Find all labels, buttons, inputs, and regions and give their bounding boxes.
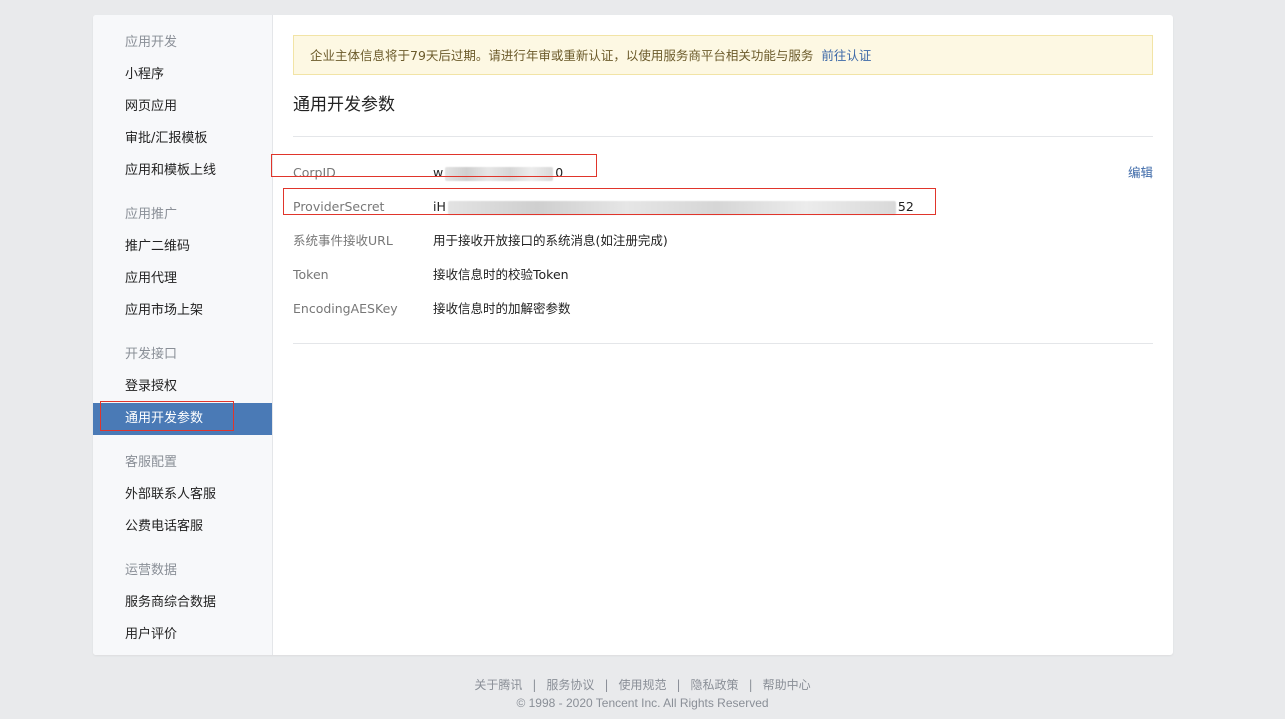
sidebar-group-support: 客服配置 外部联系人客服 公费电话客服 (93, 447, 272, 543)
main-panel: 应用开发 小程序 网页应用 审批/汇报模板 应用和模板上线 应用推广 推广二维码… (93, 15, 1173, 655)
sidebar-group-title: 客服配置 (125, 455, 178, 470)
sidebar-group-title: 应用推广 (125, 207, 178, 222)
param-label: CorpID (293, 165, 336, 180)
sidebar-item-phone-support[interactable]: 公费电话客服 (93, 511, 272, 543)
divider (293, 343, 1153, 344)
page-title: 通用开发参数 (293, 95, 395, 115)
sidebar-item-mini-program[interactable]: 小程序 (93, 59, 272, 91)
sidebar-group-app-promo: 应用推广 推广二维码 应用代理 应用市场上架 (93, 199, 272, 327)
sidebar-item-app-agent[interactable]: 应用代理 (93, 263, 272, 295)
value-suffix: 52 (897, 199, 914, 214)
masked-value (445, 166, 554, 181)
sidebar-item-provider-data[interactable]: 服务商综合数据 (93, 587, 272, 619)
param-row-token: Token 接收信息时的校验Token (293, 258, 1153, 292)
sidebar-item-qr-code[interactable]: 推广二维码 (93, 231, 272, 263)
param-value: 接收信息时的加解密参数 (433, 301, 571, 316)
footer-separator: | (676, 678, 681, 692)
sidebar-item-general-dev-params[interactable]: 通用开发参数 (93, 401, 272, 435)
params-list: CorpID w0 编辑 ProviderSecret iH 52 系统事件接收U… (271, 137, 1153, 343)
param-value-corpid: w0 (433, 156, 563, 190)
sidebar-item-approval-template[interactable]: 审批/汇报模板 (93, 123, 272, 155)
param-label: EncodingAESKey (293, 301, 398, 316)
content-area: 企业主体信息将于79天后过期。请进行年审或重新认证，以使用服务商平台相关功能与服… (271, 35, 1153, 344)
notice-text: 企业主体信息将于79天后过期。请进行年审或重新认证，以使用服务商平台相关功能与服… (310, 48, 814, 63)
param-value: 接收信息时的校验Token (433, 267, 569, 282)
footer-link-usage-rules[interactable]: 使用规范 (618, 678, 666, 692)
footer-separator: | (604, 678, 609, 692)
sidebar-item-external-contact-support[interactable]: 外部联系人客服 (93, 479, 272, 511)
sidebar-group-app-dev: 应用开发 小程序 网页应用 审批/汇报模板 应用和模板上线 (93, 27, 272, 187)
sidebar-group-title: 应用开发 (125, 35, 178, 50)
footer-separator: | (748, 678, 753, 692)
sidebar-item-label: 通用开发参数 (125, 411, 204, 426)
footer-link-privacy[interactable]: 隐私政策 (691, 678, 739, 692)
sidebar-item-login-auth[interactable]: 登录授权 (93, 371, 272, 403)
footer-link-about[interactable]: 关于腾讯 (474, 678, 522, 692)
value-prefix: w (433, 165, 444, 180)
param-row-aes-key: EncodingAESKey 接收信息时的加解密参数 (293, 292, 1153, 326)
sidebar-group-dev-api: 开发接口 登录授权 通用开发参数 (93, 339, 272, 435)
param-row-event-url: 系统事件接收URL 用于接收开放接口的系统消息(如注册完成) (293, 224, 1153, 258)
footer-link-terms[interactable]: 服务协议 (546, 678, 594, 692)
sidebar: 应用开发 小程序 网页应用 审批/汇报模板 应用和模板上线 应用推广 推广二维码… (93, 15, 273, 655)
footer: 关于腾讯 | 服务协议 | 使用规范 | 隐私政策 | 帮助中心 © 1998 - 2020 T… (0, 676, 1285, 710)
sidebar-group-title: 运营数据 (125, 563, 178, 578)
param-label: ProviderSecret (293, 199, 385, 214)
sidebar-item-market-listing[interactable]: 应用市场上架 (93, 295, 272, 327)
edit-link[interactable]: 编辑 (1128, 156, 1153, 190)
copyright: © 1998 - 2020 Tencent Inc. All Rights Re… (516, 696, 769, 710)
sidebar-group-title: 开发接口 (125, 347, 178, 362)
param-value: 用于接收开放接口的系统消息(如注册完成) (433, 233, 668, 248)
value-suffix: 0 (555, 165, 564, 180)
sidebar-item-user-reviews[interactable]: 用户评价 (93, 619, 272, 651)
footer-separator: | (532, 678, 537, 692)
value-prefix: iH (433, 199, 446, 214)
verify-link[interactable]: 前往认证 (821, 48, 871, 63)
param-label: 系统事件接收URL (293, 233, 393, 248)
expiry-notice-banner: 企业主体信息将于79天后过期。请进行年审或重新认证，以使用服务商平台相关功能与服… (293, 35, 1153, 75)
sidebar-item-web-app[interactable]: 网页应用 (93, 91, 272, 123)
sidebar-group-ops-data: 运营数据 服务商综合数据 用户评价 (93, 555, 272, 651)
footer-links: 关于腾讯 | 服务协议 | 使用规范 | 隐私政策 | 帮助中心 (0, 676, 1285, 693)
param-row-corpid: CorpID w0 编辑 (293, 156, 1153, 190)
param-value-provider-secret: iH 52 (433, 190, 914, 224)
sidebar-item-app-launch[interactable]: 应用和模板上线 (93, 155, 272, 187)
masked-value (447, 200, 896, 215)
footer-link-help[interactable]: 帮助中心 (763, 678, 811, 692)
param-label: Token (293, 267, 329, 282)
param-row-provider-secret: ProviderSecret iH 52 (293, 190, 1153, 224)
